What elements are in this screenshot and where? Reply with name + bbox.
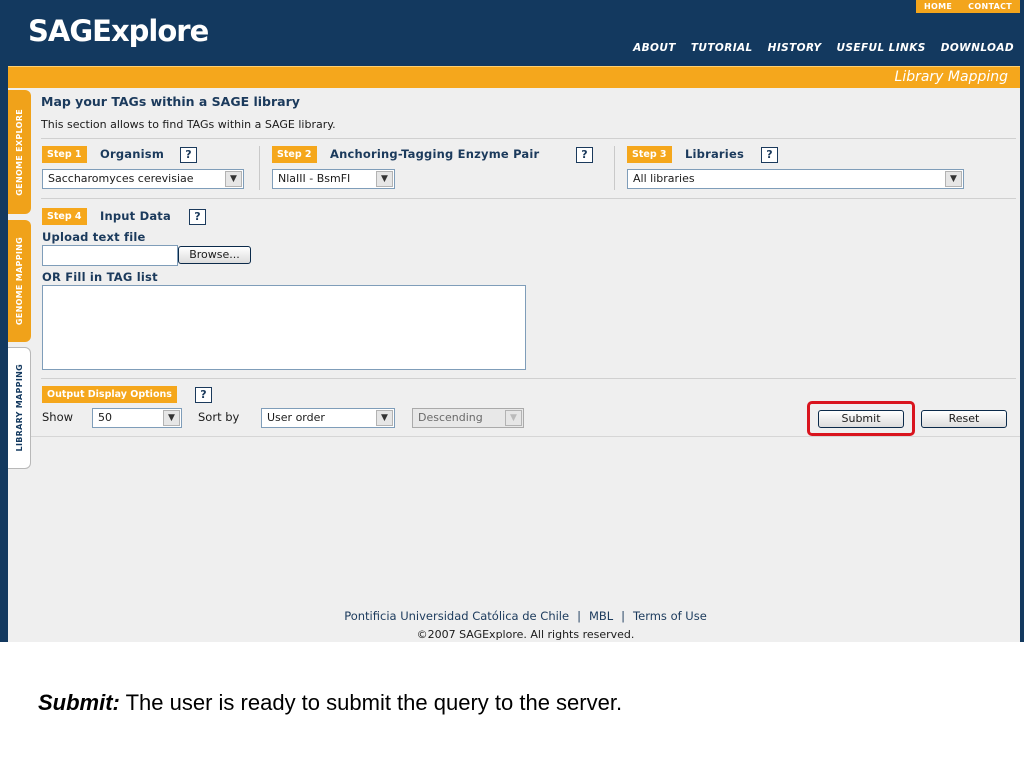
step-1-badge: Step 1 bbox=[42, 146, 87, 163]
divider bbox=[41, 198, 1016, 199]
nav-useful-links-link[interactable]: USEFUL LINKS bbox=[837, 42, 926, 54]
side-tab-library-mapping[interactable]: LIBRARY MAPPING bbox=[8, 347, 31, 469]
input-data-help-icon[interactable]: ? bbox=[189, 209, 206, 225]
divider bbox=[614, 146, 615, 190]
caption-text: The user is ready to submit the query to… bbox=[119, 690, 623, 715]
reset-button[interactable]: Reset bbox=[921, 410, 1007, 428]
main-nav: ABOUT TUTORIAL HISTORY USEFUL LINKS DOWN… bbox=[633, 42, 1014, 54]
side-tab-label: GENOME EXPLORE bbox=[15, 108, 24, 196]
sagexplore-window: SAGExplore HOME CONTACT ABOUT TUTORIAL H… bbox=[0, 0, 1024, 642]
enzyme-pair-label: Anchoring-Tagging Enzyme Pair bbox=[330, 147, 540, 161]
input-data-label: Input Data bbox=[100, 209, 171, 223]
caption-term: Submit: bbox=[38, 690, 120, 715]
left-frame-strip bbox=[0, 66, 8, 642]
main-content: Map your TAGs within a SAGE library This… bbox=[31, 88, 1020, 642]
libraries-label: Libraries bbox=[685, 147, 744, 161]
nav-home-link[interactable]: HOME bbox=[924, 2, 952, 11]
divider bbox=[259, 146, 260, 190]
chevron-down-icon: ▼ bbox=[163, 410, 180, 426]
step-4-badge: Step 4 bbox=[42, 208, 87, 225]
footer-separator: | bbox=[577, 609, 581, 623]
sort-order-select: Descending ▼ bbox=[412, 408, 524, 428]
chevron-down-icon: ▼ bbox=[376, 410, 393, 426]
footer-link-mbl[interactable]: MBL bbox=[589, 609, 613, 623]
sort-by-value: User order bbox=[267, 411, 325, 424]
show-count-select[interactable]: 50 ▼ bbox=[92, 408, 182, 428]
divider bbox=[41, 138, 1016, 139]
footer-link-terms[interactable]: Terms of Use bbox=[633, 609, 707, 623]
side-tab-label: GENOME MAPPING bbox=[15, 236, 24, 326]
submit-button[interactable]: Submit bbox=[818, 410, 904, 428]
logo[interactable]: SAGExplore bbox=[28, 14, 209, 48]
output-options-help-icon[interactable]: ? bbox=[195, 387, 212, 403]
side-tab-genome-mapping[interactable]: GENOME MAPPING bbox=[8, 220, 31, 342]
enzyme-pair-select[interactable]: NlaIII - BsmFI ▼ bbox=[272, 169, 395, 189]
libraries-select-value: All libraries bbox=[633, 172, 695, 185]
right-frame-strip bbox=[1020, 66, 1024, 642]
upload-file-input[interactable] bbox=[42, 245, 178, 266]
footer-links: Pontificia Universidad Católica de Chile… bbox=[31, 609, 1020, 623]
step-2-badge: Step 2 bbox=[272, 146, 317, 163]
output-options-badge: Output Display Options bbox=[42, 386, 177, 403]
show-count-value: 50 bbox=[98, 411, 112, 424]
chevron-down-icon: ▼ bbox=[225, 171, 242, 187]
libraries-select[interactable]: All libraries ▼ bbox=[627, 169, 964, 189]
side-tab-label: LIBRARY MAPPING bbox=[14, 364, 24, 452]
chevron-down-icon: ▼ bbox=[376, 171, 393, 187]
tag-list-textarea[interactable] bbox=[42, 285, 526, 370]
tag-list-label: OR Fill in TAG list bbox=[42, 270, 158, 284]
organism-select-value: Saccharomyces cerevisiae bbox=[48, 172, 194, 185]
enzyme-pair-help-icon[interactable]: ? bbox=[576, 147, 593, 163]
libraries-help-icon[interactable]: ? bbox=[761, 147, 778, 163]
page-title: Map your TAGs within a SAGE library bbox=[41, 94, 300, 109]
nav-history-link[interactable]: HISTORY bbox=[768, 42, 822, 54]
show-label: Show bbox=[42, 410, 74, 424]
nav-contact-link[interactable]: CONTACT bbox=[968, 2, 1012, 11]
footer-separator: | bbox=[621, 609, 626, 623]
nav-tutorial-link[interactable]: TUTORIAL bbox=[691, 42, 753, 54]
section-title: Library Mapping bbox=[894, 69, 1008, 85]
copyright-text: ©2007 SAGExplore. All rights reserved. bbox=[416, 628, 635, 641]
step-3-badge: Step 3 bbox=[627, 146, 672, 163]
browse-button[interactable]: Browse... bbox=[178, 246, 251, 264]
enzyme-pair-select-value: NlaIII - BsmFI bbox=[278, 172, 351, 185]
footer-link-university[interactable]: Pontificia Universidad Católica de Chile bbox=[344, 609, 569, 623]
section-band: Library Mapping bbox=[8, 66, 1020, 88]
nav-about-link[interactable]: ABOUT bbox=[633, 42, 676, 54]
sort-order-value: Descending bbox=[418, 411, 483, 424]
slide-caption: Submit: The user is ready to submit the … bbox=[38, 690, 622, 716]
top-links: HOME CONTACT bbox=[916, 0, 1020, 13]
organism-select[interactable]: Saccharomyces cerevisiae ▼ bbox=[42, 169, 244, 189]
side-tab-genome-explore[interactable]: GENOME EXPLORE bbox=[8, 90, 31, 214]
upload-file-label: Upload text file bbox=[42, 230, 146, 244]
divider bbox=[31, 436, 1020, 437]
page-description: This section allows to find TAGs within … bbox=[41, 118, 336, 131]
header: SAGExplore HOME CONTACT ABOUT TUTORIAL H… bbox=[0, 0, 1024, 66]
chevron-down-icon: ▼ bbox=[505, 410, 522, 426]
nav-download-link[interactable]: DOWNLOAD bbox=[941, 42, 1014, 54]
sort-by-select[interactable]: User order ▼ bbox=[261, 408, 395, 428]
organism-label: Organism bbox=[100, 147, 164, 161]
divider bbox=[41, 378, 1016, 379]
chevron-down-icon: ▼ bbox=[945, 171, 962, 187]
organism-help-icon[interactable]: ? bbox=[180, 147, 197, 163]
sort-by-label: Sort by bbox=[198, 410, 240, 424]
